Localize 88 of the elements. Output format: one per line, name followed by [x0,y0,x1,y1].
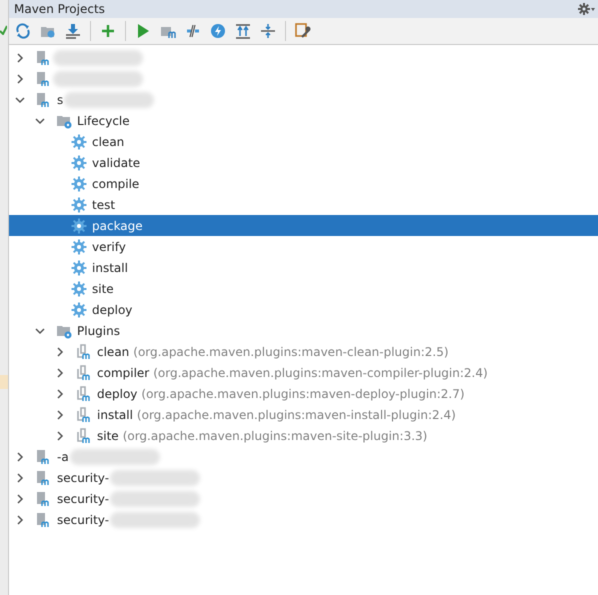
node-label: Lifecycle [77,114,130,128]
gear-icon [71,260,87,276]
tree-row[interactable]: install (org.apache.maven.plugins:maven-install-plugin:2.4) [9,404,598,425]
goal-row[interactable]: compile [9,173,598,194]
plugin-icon [76,364,92,380]
chevron-icon[interactable] [15,94,25,104]
goal-row[interactable]: test [9,194,598,215]
node-label: -a [57,450,69,464]
plugin-icon [76,428,92,444]
node-label: site [97,428,119,442]
gear-icon [71,154,87,170]
chevron-icon[interactable] [15,494,25,504]
chevron-icon[interactable] [55,430,65,440]
plugin-icon [76,406,92,422]
node-label: security- [57,512,110,526]
tree-row[interactable]: compiler (org.apache.maven.plugins:maven-compiler-plugin:2.4) [9,362,598,383]
goal-row[interactable]: deploy [9,299,598,320]
wrench-icon[interactable] [295,23,311,39]
node-label: deploy [97,386,138,400]
tree-row[interactable]: site (org.apache.maven.plugins:maven-site-plugin:3.3) [9,425,598,446]
gear-icon [71,280,87,296]
chevron-icon[interactable] [15,74,25,84]
gear-icon [71,134,87,150]
tree-row[interactable]: security- [9,467,598,488]
chevron-icon[interactable] [35,326,45,336]
chevron-icon[interactable] [15,514,25,524]
goal-row[interactable]: install [9,257,598,278]
gear-icon [71,176,87,192]
tree-row[interactable]: security- [9,488,598,509]
plugin-icon [76,344,92,360]
node-label: test [92,198,116,212]
goal-row[interactable]: package [9,215,598,236]
node-label: compile [92,176,140,190]
gear-icon [71,238,87,254]
collapse-all-icon[interactable] [260,23,276,39]
gear-icon [71,302,87,318]
node-label: compiler [97,366,150,380]
tree-row[interactable]: security- [9,509,598,530]
node-label: install [92,260,128,274]
plugin-coordinates: (org.apache.maven.plugins:maven-install-plugin:2.4) [136,408,456,422]
gear-icon [71,218,87,234]
node-label: package [92,218,143,232]
node-label: validate [92,156,140,170]
tree-row[interactable]: -a [9,446,598,467]
node-label: verify [92,240,126,254]
node-label: Plugins [77,324,120,338]
settings-icon[interactable] [578,3,596,15]
chevron-icon[interactable] [35,116,45,126]
chevron-icon[interactable] [55,410,65,420]
run-icon[interactable] [135,23,151,39]
download-icon[interactable] [65,23,81,39]
plugin-coordinates: (org.apache.maven.plugins:maven-deploy-plugin:2.7) [141,386,465,400]
expand-all-icon[interactable] [235,23,251,39]
refresh-icon[interactable] [15,23,31,39]
chevron-icon[interactable] [55,388,65,398]
plugin-icon [76,386,92,402]
tree-row[interactable]: clean (org.apache.maven.plugins:maven-clean-plugin:2.5) [9,341,598,362]
node-label: security- [57,470,110,484]
goal-row[interactable]: clean [9,131,598,152]
plugin-coordinates: (org.apache.maven.plugins:maven-compiler-plugin:2.4) [153,366,488,380]
node-label: site [92,282,114,296]
tree-row[interactable]: Lifecycle [9,110,598,131]
marker-stripe [0,375,8,389]
chevron-icon[interactable] [15,52,25,62]
tree-row[interactable]: s [9,89,598,110]
goal-row[interactable]: verify [9,236,598,257]
skip-tests-icon[interactable] [185,23,201,39]
chevron-icon[interactable] [15,472,25,482]
lightning-icon[interactable] [210,23,226,39]
chevron-icon[interactable] [55,368,65,378]
node-label: clean [97,344,130,358]
tree-row[interactable]: deploy (org.apache.maven.plugins:maven-deploy-plugin:2.7) [9,383,598,404]
plugin-coordinates: (org.apache.maven.plugins:maven-clean-plugin:2.5) [133,344,449,358]
node-label: security- [57,492,110,506]
chevron-icon[interactable] [15,452,25,462]
goal-row[interactable]: site [9,278,598,299]
tree-row[interactable]: Plugins [9,320,598,341]
node-label: clean [92,134,124,148]
node-label: deploy [92,302,132,316]
node-label: install [97,408,133,422]
plugin-coordinates: (org.apache.maven.plugins:maven-site-plugin:3.3) [122,428,428,442]
chevron-icon[interactable] [55,346,65,356]
gear-icon [71,196,87,212]
add-icon[interactable] [100,23,116,39]
goal-row[interactable]: validate [9,152,598,173]
check-icon [0,25,7,35]
node-label: s [57,92,64,106]
window-title: Maven Projects [14,2,105,16]
